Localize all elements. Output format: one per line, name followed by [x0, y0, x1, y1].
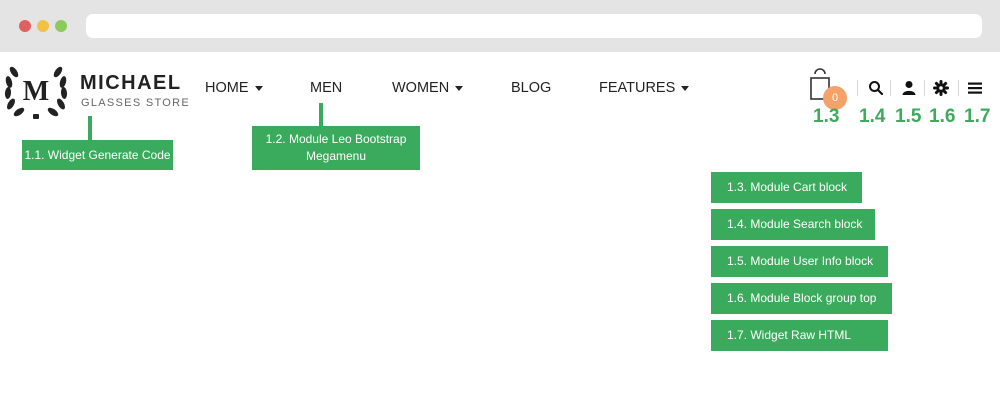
- store-subtitle: GLASSES STORE: [81, 97, 191, 109]
- logo-letter: M: [23, 76, 49, 107]
- annotation-module-search-block: 1.4. Module Search block: [711, 209, 875, 240]
- nav-item-home[interactable]: HOME: [205, 80, 263, 96]
- store-logo[interactable]: M MICHAEL GLASSES STORE: [2, 58, 192, 122]
- user-icon[interactable]: [901, 80, 917, 96]
- annotation-widget-raw-html: 1.7. Widget Raw HTML: [711, 320, 888, 351]
- divider: [857, 80, 858, 96]
- minimize-window-button[interactable]: [37, 20, 49, 32]
- nav-item-blog[interactable]: BLOG: [511, 80, 551, 96]
- store-name: MICHAEL: [80, 72, 182, 94]
- laurel-wreath-icon: M: [4, 66, 68, 119]
- callout-connector: [319, 103, 323, 126]
- gear-icon[interactable]: [933, 80, 949, 96]
- nav-item-label: MEN: [310, 80, 343, 96]
- maximize-window-button[interactable]: [55, 20, 67, 32]
- nav-item-features[interactable]: FEATURES: [599, 80, 690, 96]
- chevron-down-icon: [455, 85, 464, 91]
- nav-item-label: BLOG: [511, 80, 552, 96]
- nav-item-women[interactable]: WOMEN: [392, 80, 464, 96]
- label-1-7: 1.7: [964, 106, 991, 127]
- close-window-button[interactable]: [19, 20, 31, 32]
- label-1-3: 1.3: [813, 106, 840, 127]
- annotation-widget-generate-code: 1.1. Widget Generate Code: [22, 140, 173, 170]
- divider: [890, 80, 891, 96]
- label-1-5: 1.5: [895, 106, 922, 127]
- label-1-6: 1.6: [929, 106, 956, 127]
- callout-connector: [88, 116, 92, 140]
- chevron-down-icon: [254, 85, 263, 91]
- menu-icon[interactable]: [967, 80, 983, 96]
- divider: [958, 80, 959, 96]
- label-1-4: 1.4: [859, 106, 886, 127]
- divider: [924, 80, 925, 96]
- annotation-module-leo-megamenu: 1.2. Module Leo Bootstrap Megamenu: [252, 126, 420, 170]
- annotation-module-cart-block: 1.3. Module Cart block: [711, 172, 862, 203]
- nav-item-label: HOME: [205, 80, 249, 96]
- nav-item-label: WOMEN: [392, 80, 450, 96]
- address-bar[interactable]: [86, 14, 982, 38]
- browser-toolbar: [0, 0, 1000, 52]
- search-icon[interactable]: [868, 80, 884, 96]
- chevron-down-icon: [681, 85, 690, 91]
- nav-item-label: FEATURES: [599, 80, 676, 96]
- annotation-module-block-group-top: 1.6. Module Block group top: [711, 283, 892, 314]
- nav-item-men[interactable]: MEN: [310, 80, 342, 96]
- annotation-module-user-info-block: 1.5. Module User Info block: [711, 246, 888, 277]
